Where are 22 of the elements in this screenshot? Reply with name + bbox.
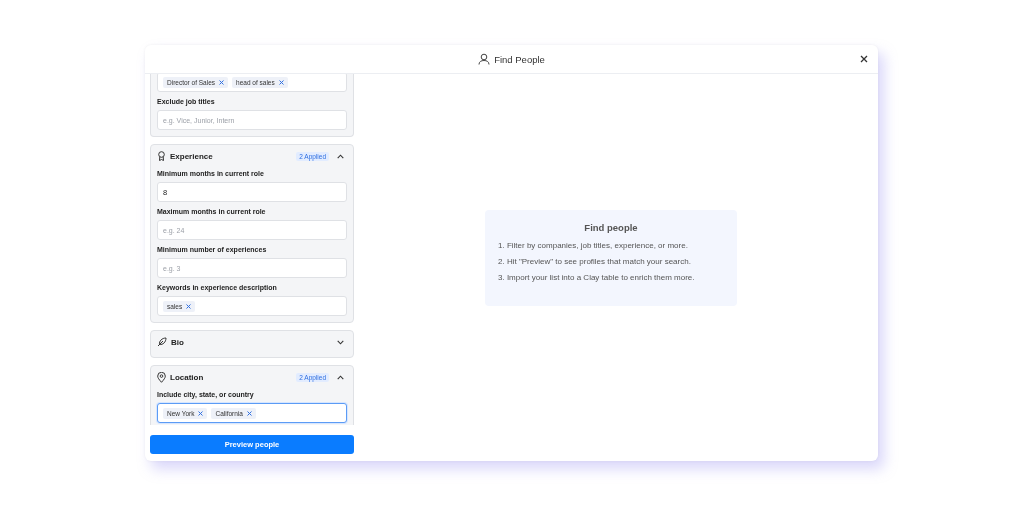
close-icon[interactable] xyxy=(860,55,868,63)
window-title: Find People xyxy=(494,53,545,65)
remove-icon[interactable] xyxy=(186,303,192,309)
instruction-step: 1. Filter by companies, job titles, experience, or more. xyxy=(498,240,688,250)
instruction-step: 3. Import your list into a Clay table to enrich them more. xyxy=(498,272,695,282)
instruction-step: 2. Hit "Preview" to see profiles that match your search. xyxy=(498,256,691,266)
chevron-up-icon[interactable] xyxy=(337,374,344,380)
section-header[interactable]: Bio xyxy=(157,334,347,350)
chevron-down-icon[interactable] xyxy=(337,339,344,345)
location-pin-icon xyxy=(157,371,166,383)
info-title: Find people xyxy=(584,221,638,233)
remove-icon[interactable] xyxy=(278,79,284,85)
award-icon xyxy=(157,151,166,161)
section-title: Experience xyxy=(170,151,213,161)
remove-icon[interactable] xyxy=(198,410,204,416)
feather-icon xyxy=(157,337,167,347)
section-title: Bio xyxy=(171,337,184,347)
remove-icon[interactable] xyxy=(219,79,225,85)
section-title: Location xyxy=(170,372,204,382)
chevron-up-icon[interactable] xyxy=(337,153,344,159)
remove-icon[interactable] xyxy=(246,410,252,416)
person-icon xyxy=(478,53,491,65)
